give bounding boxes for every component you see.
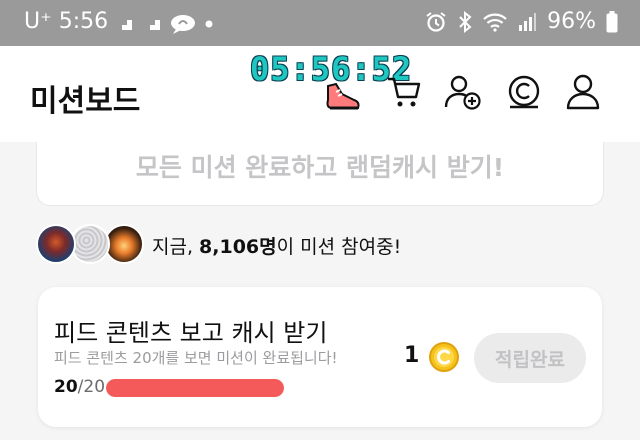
add-friend-icon[interactable] <box>444 74 482 110</box>
status-time: 5:56 <box>58 9 109 34</box>
mission-card[interactable]: 피드 콘텐츠 보고 캐시 받기 피드 콘텐츠 20개를 보면 미션이 완료됩니다… <box>38 287 602 427</box>
alarm-icon <box>426 11 446 32</box>
mission-title: 피드 콘텐츠 보고 캐시 받기 <box>54 319 328 347</box>
more-notifications-dot-icon <box>205 20 213 28</box>
cash-coin-icon[interactable] <box>506 74 542 110</box>
notification-icons <box>114 14 214 34</box>
status-carrier-time: U⁺ 5:56 <box>24 9 108 34</box>
completed-button[interactable]: 적립완료 <box>474 333 586 383</box>
app-notification-icon <box>116 20 132 30</box>
walking-shoe-icon[interactable] <box>322 80 362 114</box>
reward-amount: 1 <box>404 343 420 368</box>
mission-progress-count: 20/20 <box>54 377 105 397</box>
participants-suffix: 이 미션 참여중! <box>276 236 402 258</box>
battery-percentage: 96% <box>547 9 596 34</box>
participant-avatar <box>70 224 110 264</box>
all-missions-banner[interactable]: 모든 미션 완료하고 랜덤캐시 받기! <box>36 142 604 206</box>
wifi-icon <box>483 13 507 32</box>
progress-current: 20 <box>54 377 78 397</box>
chat-bubble-icon <box>171 15 195 34</box>
progress-total: /20 <box>77 377 106 397</box>
mission-progress-bar <box>106 379 284 397</box>
participants-prefix: 지금, <box>152 236 200 258</box>
participant-avatar <box>36 224 76 264</box>
cash-coin-icon <box>429 342 459 372</box>
app-notification-icon <box>144 20 160 30</box>
bluetooth-icon <box>459 10 472 33</box>
signal-icon <box>519 12 537 31</box>
shopping-cart-icon[interactable] <box>386 74 422 110</box>
all-missions-banner-text: 모든 미션 완료하고 랜덤캐시 받기! <box>135 153 505 182</box>
status-bar: U⁺ 5:56 96% <box>0 0 640 46</box>
app-header: 미션보드 05:56:52 <box>0 46 640 142</box>
participants-row: 지금, 8,106명이 미션 참여중! <box>36 224 616 268</box>
carrier-label: U⁺ <box>24 9 52 34</box>
system-icons: 96% <box>425 9 618 34</box>
participant-avatar <box>104 224 144 264</box>
participants-count: 8,106명 <box>199 236 277 258</box>
participants-text: 지금, 8,106명이 미션 참여중! <box>152 232 401 259</box>
profile-user-icon[interactable] <box>566 74 600 110</box>
page-title: 미션보드 <box>30 84 141 119</box>
mission-description: 피드 콘텐츠 20개를 보면 미션이 완료됩니다! <box>54 349 338 367</box>
mission-progress-fill <box>106 379 284 397</box>
battery-icon <box>606 10 618 32</box>
